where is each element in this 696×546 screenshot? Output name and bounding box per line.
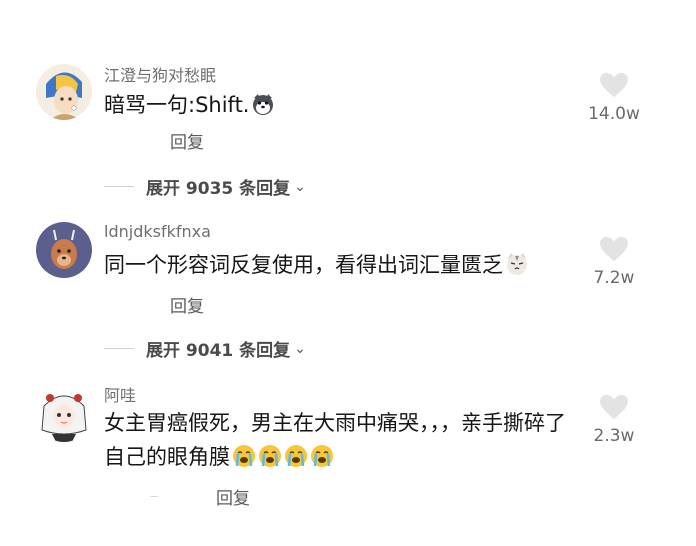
comment-item: 阿哇 女主胃癌假死，男主在大雨中痛哭，，，亲手撕碎了自己的眼角膜 回复 2.3w — [0, 380, 660, 509]
comment-text-content: 同一个形容词反复使用，看得出词汇量匮乏 — [104, 253, 503, 277]
comment-text-content: 暗骂一句:Shift. — [104, 93, 250, 117]
crying-emoji-icon — [259, 445, 281, 467]
expand-replies-label: 展开 9041 条回复 — [146, 341, 291, 361]
avatar-cartoon-deer-icon — [36, 222, 92, 278]
divider — [104, 186, 134, 187]
comment-item: ldnjdksfkfnxa 同一个形容词反复使用，看得出词汇量匮乏 回复 7.2… — [0, 218, 660, 368]
divider — [150, 496, 158, 497]
cat-emoji-icon — [507, 253, 527, 275]
chevron-down-icon: ⌄ — [294, 178, 306, 195]
username[interactable]: 江澄与狗对愁眠 — [104, 62, 216, 86]
husky-emoji-icon — [253, 94, 274, 115]
like-count: 14.0w — [588, 104, 640, 124]
expand-replies-button[interactable]: 展开 9041 条回复 ⌄ — [104, 336, 306, 361]
avatar[interactable] — [36, 222, 92, 278]
crying-emoji-icon — [311, 445, 333, 467]
chevron-down-icon: ⌄ — [294, 340, 306, 357]
comment-text: 女主胃癌假死，男主在大雨中痛哭，，，亲手撕碎了自己的眼角膜 — [104, 406, 574, 474]
comment-list: 江澄与狗对愁眠 暗骂一句:Shift. 回复 14.0w 展开 9035 条回复… — [0, 58, 660, 509]
avatar-anime-girl-icon — [36, 386, 92, 442]
comment-item: 江澄与狗对愁眠 暗骂一句:Shift. 回复 14.0w 展开 9035 条回复… — [0, 58, 660, 208]
heart-icon — [600, 394, 628, 420]
comment-text-content: 女主胃癌假死，男主在大雨中痛哭，，，亲手撕碎了自己的眼角膜 — [104, 411, 566, 469]
like-count: 7.2w — [593, 268, 635, 288]
avatar-girl-pearl-earring-icon — [36, 64, 92, 120]
reply-button[interactable]: 回复 — [216, 484, 250, 509]
expand-replies-label: 展开 9035 条回复 — [146, 179, 291, 199]
reply-button[interactable]: 回复 — [170, 128, 204, 153]
like-button[interactable]: 14.0w — [584, 72, 644, 124]
username[interactable]: ldnjdksfkfnxa — [104, 222, 211, 241]
divider — [104, 348, 134, 349]
comment-text: 暗骂一句:Shift. — [104, 88, 574, 122]
heart-icon — [600, 72, 628, 98]
username[interactable]: 阿哇 — [104, 382, 136, 406]
avatar[interactable] — [36, 64, 92, 120]
comment-text: 同一个形容词反复使用，看得出词汇量匮乏 — [104, 248, 574, 282]
like-count: 2.3w — [593, 426, 635, 446]
avatar[interactable] — [36, 386, 92, 442]
reply-button[interactable]: 回复 — [170, 292, 204, 317]
heart-icon — [600, 236, 628, 262]
crying-emoji-icon — [233, 445, 255, 467]
like-button[interactable]: 2.3w — [584, 394, 644, 446]
crying-emoji-icon — [285, 445, 307, 467]
expand-replies-button[interactable]: 展开 9035 条回复 ⌄ — [104, 174, 306, 199]
like-button[interactable]: 7.2w — [584, 236, 644, 288]
